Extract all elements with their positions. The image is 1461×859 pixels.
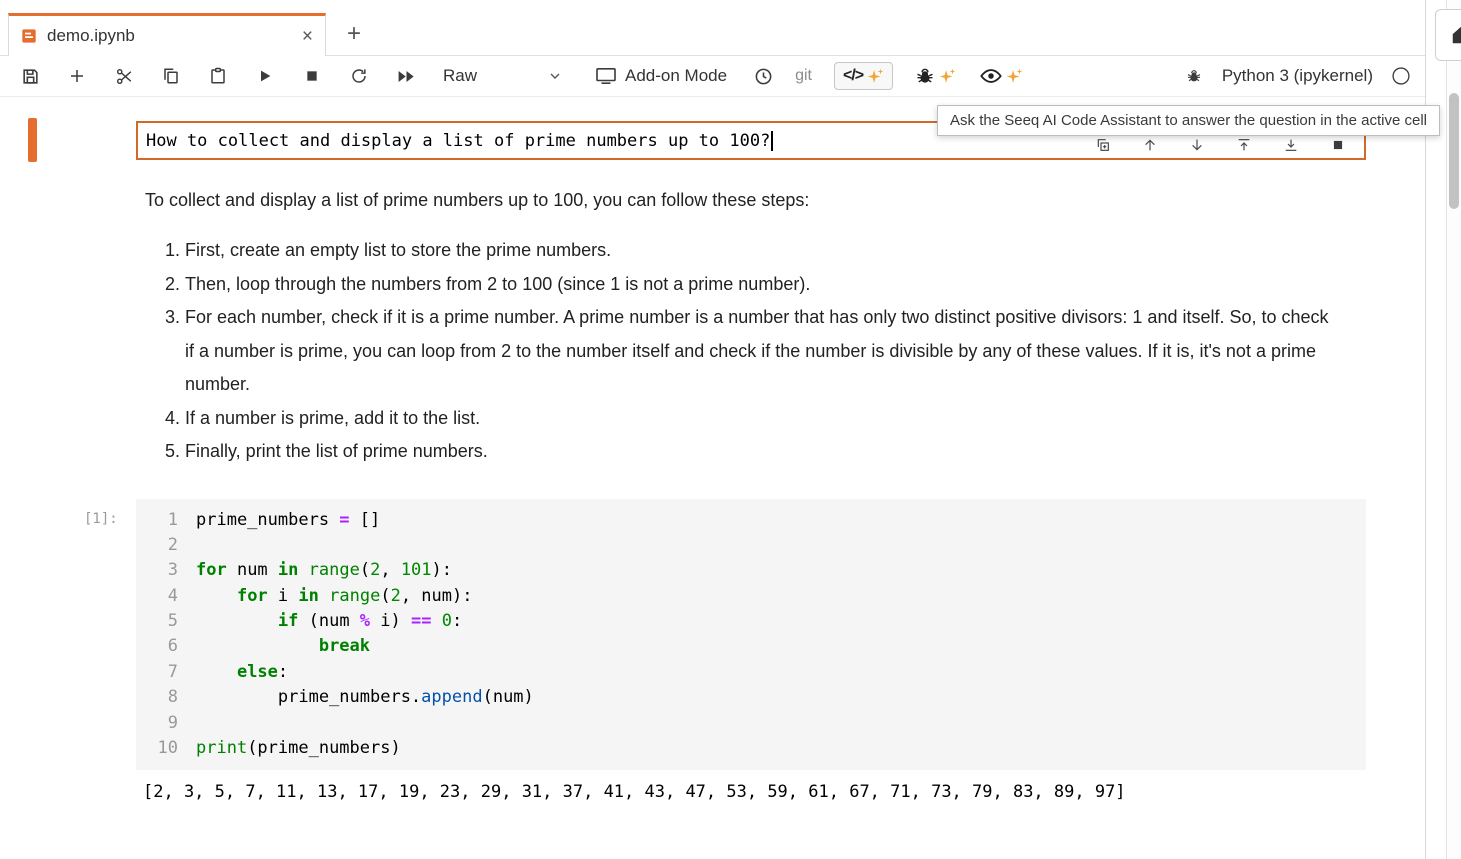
kernel-status-indicator[interactable] (1391, 66, 1411, 86)
explain-assistant-button[interactable] (980, 67, 1023, 85)
tab-demo-ipynb[interactable]: demo.ipynb × (8, 13, 326, 56)
tab-close-button[interactable]: × (302, 27, 313, 46)
assistant-tooltip: Ask the Seeq AI Code Assistant to answer… (937, 105, 1440, 136)
play-icon (257, 68, 273, 84)
jupyter-notebook-app: demo.ipynb × + (0, 0, 1461, 859)
markdown-cell[interactable]: To collect and display a list of prime n… (145, 187, 1337, 469)
restart-kernel-button[interactable] (349, 61, 369, 91)
code-cell: [1]: 12345678910 prime_numbers = [] for … (136, 499, 1366, 803)
code-line-numbers: 12345678910 (136, 508, 186, 762)
markdown-step: For each number, check if it is a prime … (185, 301, 1337, 402)
notebook-toolbar: Raw Add-on Mode git </> Python 3 ( (0, 56, 1425, 97)
markdown-step: Then, loop through the numbers from 2 to… (185, 268, 1337, 302)
move-cell-down-button[interactable] (1188, 136, 1206, 154)
code-lines: prime_numbers = [] for num in range(2, 1… (186, 508, 534, 762)
git-button[interactable]: git (795, 67, 812, 85)
code-line (196, 533, 534, 558)
execution-count-label: [1]: (84, 511, 118, 527)
sparkle-icon (939, 68, 956, 85)
debug-assistant-button[interactable] (915, 66, 956, 86)
addon-mode-button[interactable]: Add-on Mode (595, 66, 727, 86)
notebook-file-icon (21, 28, 37, 44)
insert-cell-above-button[interactable] (1235, 136, 1253, 154)
active-cell-collapser[interactable] (28, 118, 37, 162)
bug-icon (915, 66, 935, 86)
chevron-down-icon (547, 68, 563, 84)
code-line: for num in range(2, 101): (196, 558, 534, 583)
code-line: if (num % i) == 0: (196, 609, 534, 634)
cut-cells-button[interactable] (114, 61, 134, 91)
scrollbar-thumb[interactable] (1449, 93, 1459, 209)
prompt-text: How to collect and display a list of pri… (146, 131, 770, 151)
save-button[interactable] (20, 61, 40, 91)
code-icon: </> (843, 67, 863, 85)
delete-cell-button[interactable] (1329, 136, 1347, 154)
code-line (196, 711, 534, 736)
cell-toolbar (1094, 136, 1347, 154)
code-line: prime_numbers.append(num) (196, 685, 534, 710)
code-assistant-button[interactable]: </> (834, 62, 893, 90)
code-line: prime_numbers = [] (196, 508, 534, 533)
sparkle-icon (867, 68, 884, 85)
kernel-name[interactable]: Python 3 (ipykernel) (1222, 66, 1373, 86)
restart-icon (350, 67, 368, 85)
code-line: else: (196, 660, 534, 685)
sparkle-icon (1006, 68, 1023, 85)
markdown-step: First, create an empty list to store the… (185, 234, 1337, 268)
cell-type-dropdown[interactable]: Raw (443, 66, 563, 86)
notebook-area: How to collect and display a list of pri… (0, 97, 1425, 859)
bug-icon (1186, 68, 1202, 84)
restart-run-all-button[interactable] (396, 61, 416, 91)
insert-cell-below-button[interactable] (1282, 136, 1300, 154)
move-cell-up-button[interactable] (1141, 136, 1159, 154)
side-panel-stub[interactable] (1435, 9, 1461, 61)
code-output: [2, 3, 5, 7, 11, 13, 17, 19, 23, 29, 31,… (143, 782, 1366, 802)
copy-icon (162, 67, 180, 85)
code-line: print(prime_numbers) (196, 736, 534, 761)
duplicate-cell-icon (1095, 137, 1111, 153)
delete-cell-icon (1331, 138, 1345, 152)
arrow-up-icon (1142, 137, 1158, 153)
run-cell-button[interactable] (255, 61, 275, 91)
markdown-step: Finally, print the list of prime numbers… (185, 435, 1337, 469)
code-cell-editor[interactable]: 12345678910 prime_numbers = [] for num i… (136, 499, 1366, 771)
tab-bar: demo.ipynb × + (0, 0, 1425, 56)
clock-icon (754, 67, 773, 86)
duplicate-cell-button[interactable] (1094, 136, 1112, 154)
copy-cells-button[interactable] (161, 61, 181, 91)
markdown-intro: To collect and display a list of prime n… (145, 187, 1337, 214)
markdown-steps-list: First, create an empty list to store the… (145, 234, 1337, 469)
scrollbar-track[interactable] (1446, 0, 1461, 859)
monitor-icon (595, 67, 617, 85)
eye-icon (980, 67, 1002, 85)
save-icon (21, 67, 40, 86)
debugger-button[interactable] (1184, 61, 1204, 91)
paste-icon (209, 67, 227, 85)
history-button[interactable] (753, 61, 773, 91)
tab-label: demo.ipynb (47, 26, 135, 46)
arrow-down-icon (1189, 137, 1205, 153)
text-cursor (771, 131, 773, 151)
addon-mode-label: Add-on Mode (625, 66, 727, 86)
insert-above-icon (1236, 137, 1252, 153)
scissors-icon (115, 67, 134, 86)
cell-type-value: Raw (443, 66, 477, 86)
new-tab-button[interactable]: + (342, 22, 366, 46)
stop-icon (305, 69, 319, 83)
interrupt-kernel-button[interactable] (302, 61, 322, 91)
code-line: break (196, 634, 534, 659)
plus-icon (68, 67, 86, 85)
fast-forward-icon (397, 69, 416, 84)
insert-cell-button[interactable] (67, 61, 87, 91)
insert-below-icon (1283, 137, 1299, 153)
partial-corner-icon (1450, 24, 1461, 46)
code-line: for i in range(2, num): (196, 584, 534, 609)
paste-cells-button[interactable] (208, 61, 228, 91)
markdown-step: If a number is prime, add it to the list… (185, 402, 1337, 436)
